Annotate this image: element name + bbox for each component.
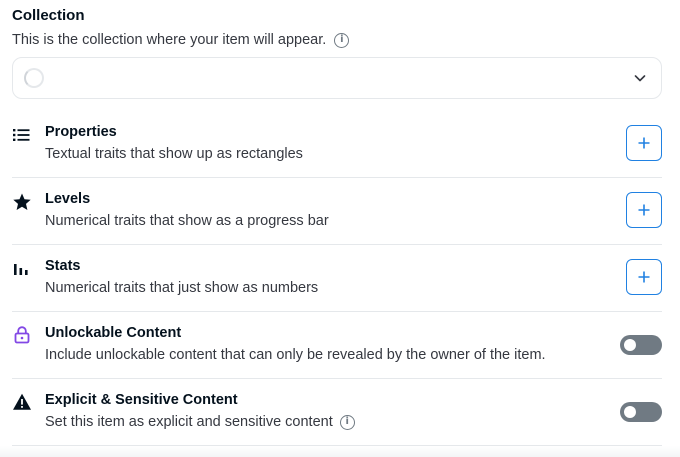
collection-description: This is the collection where your item w… [12, 32, 327, 48]
warning-icon [13, 393, 31, 410]
bottom-fade [0, 446, 680, 457]
collection-select[interactable] [12, 57, 662, 99]
unlockable-content-row: Unlockable Content Include unlockable co… [12, 312, 662, 379]
info-icon[interactable]: i [334, 32, 350, 48]
levels-description: Numerical traits that show as a progress… [45, 213, 329, 229]
loading-spinner-icon [24, 68, 44, 88]
levels-title: Levels [45, 191, 91, 207]
explicit-description-line: Set this item as explicit and sensitive … [45, 414, 355, 430]
stats-description-line: Numerical traits that just show as numbe… [45, 280, 318, 296]
explicit-description: Set this item as explicit and sensitive … [45, 414, 333, 430]
plus-icon [638, 271, 650, 283]
explicit-content-row: Explicit & Sensitive Content Set this it… [12, 379, 662, 446]
lock-icon [14, 326, 30, 344]
properties-title: Properties [45, 124, 117, 140]
properties-description-line: Textual traits that show up as rectangle… [45, 146, 303, 162]
explicit-content-toggle[interactable] [620, 402, 662, 422]
properties-description: Textual traits that show up as rectangle… [45, 146, 303, 162]
add-levels-button[interactable] [626, 192, 662, 228]
unlockable-title: Unlockable Content [45, 325, 182, 341]
unlockable-description: Include unlockable content that can only… [45, 347, 546, 363]
chevron-down-icon [634, 75, 646, 82]
plus-icon [638, 204, 650, 216]
star-icon [13, 193, 31, 210]
levels-row: Levels Numerical traits that show as a p… [12, 178, 662, 245]
levels-description-line: Numerical traits that show as a progress… [45, 213, 329, 229]
unlockable-description-line: Include unlockable content that can only… [45, 347, 546, 363]
list-icon [13, 129, 30, 141]
toggle-knob [624, 406, 636, 418]
stats-title: Stats [45, 258, 81, 274]
bar-chart-icon [14, 264, 28, 275]
explicit-title: Explicit & Sensitive Content [45, 392, 238, 408]
properties-row: Properties Textual traits that show up a… [12, 111, 662, 178]
unlockable-content-toggle[interactable] [620, 335, 662, 355]
info-icon[interactable]: i [339, 414, 355, 430]
collection-heading: Collection [12, 7, 85, 24]
collection-description-line: This is the collection where your item w… [12, 32, 350, 48]
collection-settings-panel: Collection This is the collection where … [0, 0, 680, 457]
add-stats-button[interactable] [626, 259, 662, 295]
toggle-knob [624, 339, 636, 351]
plus-icon [638, 137, 650, 149]
stats-description: Numerical traits that just show as numbe… [45, 280, 319, 296]
add-properties-button[interactable] [626, 125, 662, 161]
stats-row: Stats Numerical traits that just show as… [12, 245, 662, 312]
